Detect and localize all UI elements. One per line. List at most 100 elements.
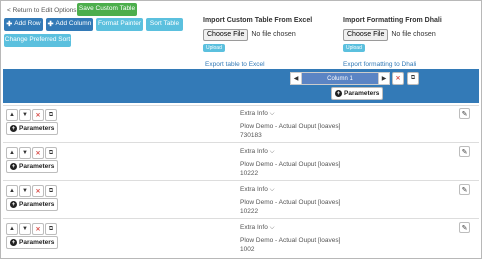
cell-value: 1002 (240, 245, 255, 253)
chevron-down-icon: ⌵ (269, 110, 275, 117)
copy-row-button[interactable]: ⧉ (45, 147, 57, 159)
copy-column-button[interactable]: ⧉ (407, 72, 419, 85)
move-row-up-button[interactable]: ▲ (6, 147, 18, 159)
add-row-button[interactable]: ✚ Add Row (4, 18, 43, 31)
delete-row-button[interactable]: ✕ (32, 185, 44, 197)
close-icon: ✕ (395, 76, 401, 82)
move-row-down-button[interactable]: ▼ (19, 109, 31, 121)
extra-info-toggle[interactable]: Extra Info ⌵ (240, 148, 275, 156)
extra-info-label: Extra Info (240, 110, 268, 117)
cell-series-name: Plow Demo - Actual Ouput [loaves] (240, 123, 341, 130)
add-column-button[interactable]: ✚ Add Column (46, 18, 93, 31)
add-column-label: Add Column (55, 20, 92, 28)
choose-file-button[interactable]: Choose File (203, 29, 249, 41)
copy-icon: ⧉ (48, 149, 54, 156)
copy-row-button[interactable]: ⧉ (45, 109, 57, 121)
no-file-text: No file chosen (391, 31, 436, 39)
extra-info-toggle[interactable]: Extra Info ⌵ (240, 110, 275, 118)
move-row-down-button[interactable]: ▼ (19, 223, 31, 235)
triangle-down-icon: ▼ (22, 112, 28, 118)
import-table-upload-button[interactable]: Upload (203, 44, 225, 52)
import-format-file-input[interactable]: Choose File No file chosen (343, 29, 436, 41)
edit-cell-button[interactable]: ✎ (459, 108, 470, 119)
cell-content: Plow Demo - Actual Ouput [loaves] 10222 (240, 161, 340, 179)
sort-table-button[interactable]: Sort Table (146, 18, 183, 31)
triangle-down-icon: ▼ (22, 150, 28, 156)
close-icon: ✕ (35, 188, 41, 195)
copy-icon: ⧉ (48, 225, 54, 232)
parameters-label: Parameters (19, 125, 55, 132)
extra-info-toggle[interactable]: Extra Info ⌵ (240, 186, 275, 194)
import-format-heading: Import Formatting From Dhali (343, 17, 442, 24)
extra-info-label: Extra Info (240, 148, 268, 155)
triangle-up-icon: ▲ (9, 188, 15, 194)
delete-column-button[interactable]: ✕ (392, 72, 404, 85)
delete-row-button[interactable]: ✕ (32, 223, 44, 235)
plus-circle-icon: + (10, 201, 17, 208)
triangle-down-icon: ▼ (22, 188, 28, 194)
delete-row-button[interactable]: ✕ (32, 109, 44, 121)
triangle-down-icon: ▼ (22, 226, 28, 232)
move-row-up-button[interactable]: ▲ (6, 223, 18, 235)
change-preferred-sort-button[interactable]: Change Preferred Sort (4, 34, 71, 47)
export-table-link[interactable]: Export table to Excel (205, 61, 265, 68)
move-row-up-button[interactable]: ▲ (6, 185, 18, 197)
cell-series-name: Plow Demo - Actual Ouput [loaves] (240, 237, 341, 244)
copy-icon: ⧉ (410, 75, 416, 81)
plus-circle-icon: + (10, 163, 17, 170)
edit-cell-button[interactable]: ✎ (459, 184, 470, 195)
row-parameters-button[interactable]: + Parameters (6, 198, 59, 211)
cell-content: Plow Demo - Actual Ouput [loaves] 1002 (240, 237, 340, 255)
cell-series-name: Plow Demo - Actual Ouput [loaves] (240, 199, 341, 206)
pencil-icon: ✎ (461, 186, 468, 194)
save-custom-table-button[interactable]: Save Custom Table (77, 3, 137, 16)
import-table-file-input[interactable]: Choose File No file chosen (203, 29, 296, 41)
plus-icon: ✚ (6, 21, 13, 28)
extra-info-label: Extra Info (240, 186, 268, 193)
copy-icon: ⧉ (48, 187, 54, 194)
row-parameters-button[interactable]: + Parameters (6, 122, 59, 135)
move-row-down-button[interactable]: ▼ (19, 147, 31, 159)
row-divider (3, 142, 479, 143)
plus-circle-icon: + (335, 90, 342, 97)
chevron-down-icon: ⌵ (269, 148, 275, 155)
import-table-heading: Import Custom Table From Excel (203, 17, 313, 24)
no-file-text: No file chosen (251, 31, 296, 39)
format-painter-button[interactable]: Format Painter (96, 18, 143, 31)
cell-value: 730183 (240, 131, 262, 139)
plus-icon: ✚ (47, 21, 54, 28)
edit-cell-button[interactable]: ✎ (459, 222, 470, 233)
row-divider (3, 218, 479, 219)
column-label: Column 1 (302, 72, 378, 85)
edit-cell-button[interactable]: ✎ (459, 146, 470, 157)
plus-circle-icon: + (10, 239, 17, 246)
parameters-label: Parameters (19, 163, 55, 170)
triangle-up-icon: ▲ (9, 112, 15, 118)
delete-row-button[interactable]: ✕ (32, 147, 44, 159)
move-row-up-button[interactable]: ▲ (6, 109, 18, 121)
copy-row-button[interactable]: ⧉ (45, 185, 57, 197)
row-divider (3, 180, 479, 181)
return-link[interactable]: < Return to Edit Options (7, 7, 77, 14)
triangle-up-icon: ▲ (9, 226, 15, 232)
export-formatting-link[interactable]: Export formatting to Dhali (343, 61, 416, 68)
chevron-down-icon: ⌵ (269, 224, 275, 231)
copy-row-button[interactable]: ⧉ (45, 223, 57, 235)
import-format-upload-button[interactable]: Upload (343, 44, 365, 52)
choose-file-button[interactable]: Choose File (343, 29, 389, 41)
close-icon: ✕ (35, 112, 41, 119)
move-left-icon[interactable]: ◀ (290, 72, 302, 85)
move-row-down-button[interactable]: ▼ (19, 185, 31, 197)
cell-value: 10222 (240, 207, 259, 215)
extra-info-toggle[interactable]: Extra Info ⌵ (240, 224, 275, 232)
column-parameters-button[interactable]: + Parameters (331, 87, 384, 100)
extra-info-label: Extra Info (240, 224, 268, 231)
row-parameters-button[interactable]: + Parameters (6, 160, 59, 173)
row-parameters-button[interactable]: + Parameters (6, 236, 59, 249)
add-row-label: Add Row (14, 20, 41, 28)
cell-content: Plow Demo - Actual Ouput [loaves] 730183 (240, 123, 340, 141)
row-divider (3, 105, 479, 106)
column-1-header: ◀ Column 1 ▶ (290, 72, 390, 85)
pencil-icon: ✎ (461, 148, 468, 156)
move-right-icon[interactable]: ▶ (378, 72, 390, 85)
